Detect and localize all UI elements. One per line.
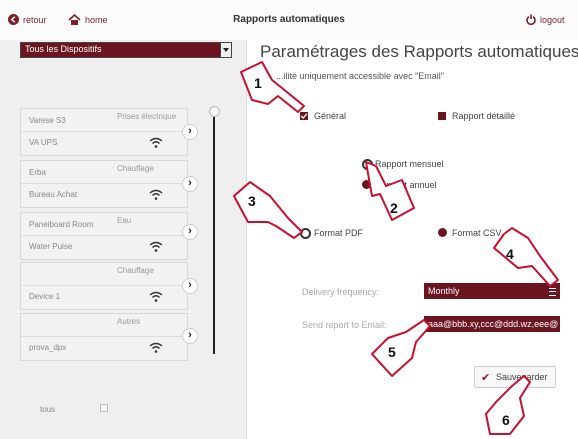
device-filter-select[interactable]: Tous les Dispositifs [20, 42, 232, 58]
device-subname: Device 1 [29, 292, 61, 301]
wifi-icon [149, 342, 163, 353]
email-value: aaa@bbb.xy,ccc@ddd.wz,eee@ [428, 319, 559, 329]
csv-format-radio[interactable] [438, 228, 447, 237]
callout-number: 5 [388, 344, 396, 360]
callout-number: 1 [254, 75, 262, 91]
frequency-label: Delivery frequency: [302, 287, 380, 297]
pdf-format-label: Format PDF [314, 228, 364, 238]
device-name: Paneiboard Room [29, 220, 94, 229]
chevron-right-icon[interactable]: › [182, 224, 198, 240]
frequency-value: Monthly [428, 286, 460, 296]
divider [21, 336, 187, 337]
dropdown-arrow-icon[interactable] [220, 43, 231, 57]
wifi-icon [149, 241, 163, 252]
wifi-icon [149, 291, 163, 302]
wifi-icon [149, 137, 163, 148]
device-subname: Bureau Achat [29, 190, 78, 199]
device-type: Chauffage [117, 266, 154, 275]
callout-arrow-shape [485, 375, 531, 435]
callout-number: 3 [248, 193, 256, 209]
logout-link[interactable]: logout [526, 14, 565, 25]
divider [21, 285, 187, 286]
general-label: Général [314, 111, 347, 121]
scroll-track[interactable] [213, 112, 215, 354]
callout-arrow-shape [365, 161, 415, 221]
device-card[interactable]: Varese S3 Prises électrique VA UPS [20, 108, 188, 156]
callout-arrow-shape [371, 319, 431, 377]
divider [21, 131, 187, 132]
device-name: Erba [29, 168, 46, 177]
device-card[interactable]: Paneiboard Room Eau Water Pulse [20, 212, 188, 260]
email-input[interactable]: aaa@bbb.xy,ccc@ddd.wz,eee@ [424, 316, 560, 332]
logout-label: logout [540, 14, 565, 25]
device-filter-value: Tous les Dispositifs [25, 44, 102, 54]
device-subname: VA UPS [29, 138, 58, 147]
select-all-label: tous [40, 405, 56, 414]
detailed-report-checkbox[interactable] [438, 112, 446, 120]
device-card[interactable]: Chauffage Device 1 [20, 262, 188, 310]
scroll-handle[interactable] [209, 106, 220, 117]
callout-arrow-shape [493, 227, 559, 287]
divider [21, 235, 187, 236]
divider [21, 183, 187, 184]
page-title: Rapports automatiques [233, 14, 345, 25]
device-type: Chauffage [117, 164, 154, 173]
device-type: Autres [117, 317, 141, 326]
settings-heading: Paramétrages des Rapports automatiques [260, 42, 578, 61]
callout-arrow-shape [240, 61, 305, 113]
device-subname: prova_dpx [29, 343, 67, 352]
callout-number: 2 [390, 200, 398, 216]
callout-number: 6 [502, 412, 510, 428]
wifi-icon [149, 189, 163, 200]
callout-arrow-shape [233, 181, 303, 239]
chevron-right-icon[interactable]: › [182, 124, 198, 140]
device-type: Eau [117, 216, 132, 225]
top-bar: retour home Rapports automatiques logout [0, 0, 578, 40]
device-card[interactable]: Autres prova_dpx [20, 313, 188, 361]
callout-number: 4 [506, 246, 514, 262]
select-all-checkbox[interactable] [100, 404, 108, 412]
detailed-report-label: Rapport détaillé [452, 111, 516, 121]
chevron-right-icon[interactable]: › [182, 328, 198, 344]
chevron-right-icon[interactable]: › [182, 278, 198, 294]
power-icon [526, 14, 536, 25]
device-type: Prises électrique [117, 112, 177, 121]
device-name: Varese S3 [29, 116, 66, 125]
device-card[interactable]: Erba Chauffage Bureau Achat [20, 160, 188, 208]
device-subname: Water Pulse [29, 242, 73, 251]
chevron-right-icon[interactable]: › [182, 176, 198, 192]
